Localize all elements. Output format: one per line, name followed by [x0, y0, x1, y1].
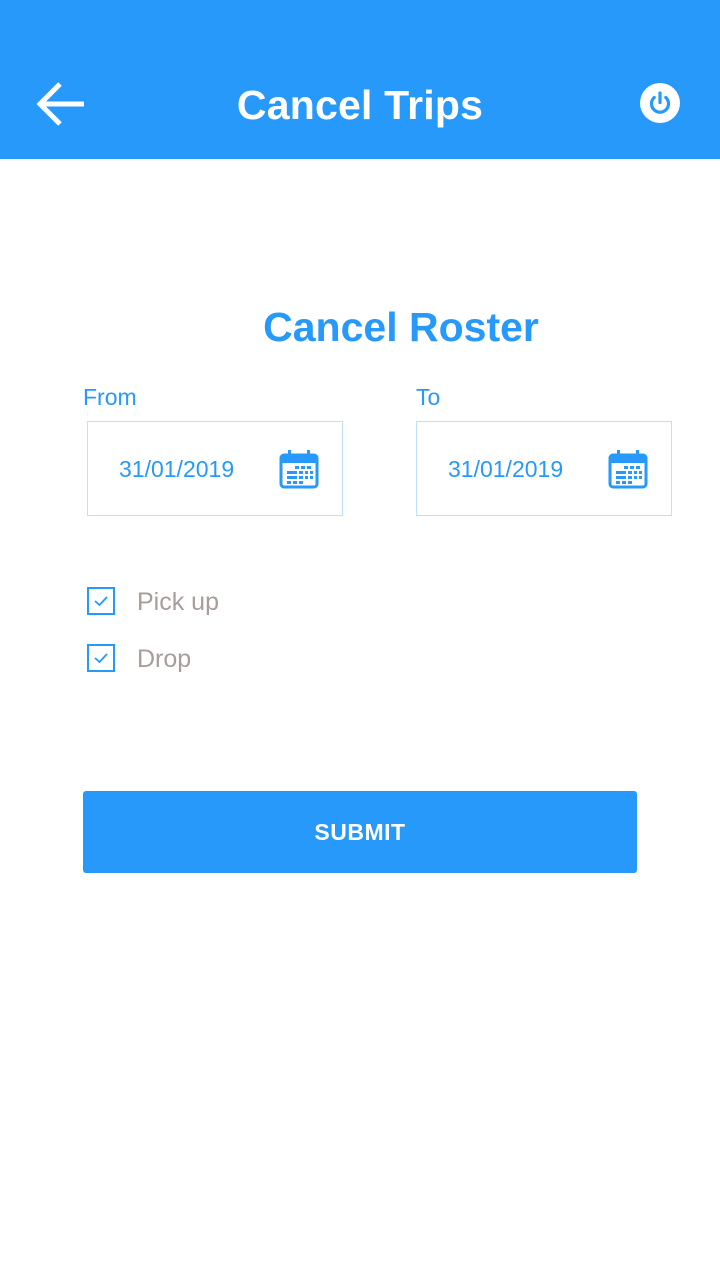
to-date-value: 31/01/2019 [448, 456, 564, 482]
checkmark-icon [94, 653, 108, 664]
logout-button[interactable] [640, 83, 680, 123]
drop-option[interactable]: Drop [87, 644, 387, 676]
calendar-icon[interactable] [608, 449, 648, 489]
to-date-field[interactable]: 31/01/2019 [416, 421, 672, 516]
from-date-value: 31/01/2019 [119, 456, 235, 482]
from-label: From [83, 384, 137, 410]
pickup-checkbox[interactable] [87, 587, 115, 615]
to-label: To [416, 384, 441, 410]
app-header: Cancel Trips [0, 0, 720, 159]
page-title: Cancel Trips [236, 82, 484, 128]
cancel-trips-screen: Cancel Trips Cancel Roster From To 31/01… [0, 0, 720, 1281]
pickup-label: Pick up [137, 588, 219, 616]
section-title: Cancel Roster [263, 304, 539, 350]
pickup-option[interactable]: Pick up [87, 587, 387, 619]
from-date-field[interactable]: 31/01/2019 [87, 421, 343, 516]
drop-checkbox[interactable] [87, 644, 115, 672]
checkmark-icon [94, 596, 108, 607]
power-icon [640, 83, 680, 123]
calendar-icon[interactable] [279, 449, 319, 489]
drop-label: Drop [137, 645, 192, 673]
submit-button[interactable]: SUBMIT [83, 791, 637, 873]
